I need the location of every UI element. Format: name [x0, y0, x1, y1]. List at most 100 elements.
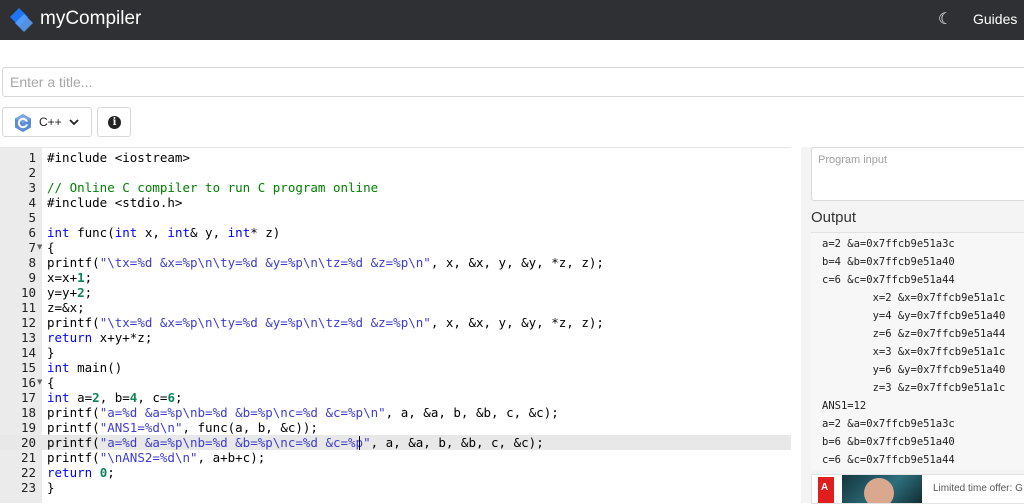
- line-number: 1: [28, 150, 36, 165]
- code-text: }: [47, 345, 55, 360]
- code-line[interactable]: 4 #include <stdio.h>: [0, 195, 791, 210]
- code-text: return x+y+*z;: [47, 330, 153, 345]
- info-icon: i: [108, 116, 121, 129]
- line-number: 11: [20, 300, 36, 315]
- output-line: x=2 &x=0x7ffcb9e51a1c: [822, 292, 1006, 304]
- line-number: 2: [28, 165, 36, 180]
- line-number: 23: [20, 480, 36, 495]
- advertisement-banner[interactable]: A Limited time offer: G: [811, 474, 1024, 504]
- code-line[interactable]: 6 int func(int x, int& y, int* z): [0, 225, 791, 240]
- code-line[interactable]: 18 printf("a=%d &a=%p\nb=%d &b=%p\nc=%d &…: [0, 405, 791, 420]
- code-line[interactable]: 1 #include <iostream>: [0, 150, 791, 165]
- ad-text: Limited time offer: G: [933, 483, 1023, 494]
- code-line[interactable]: 8 printf("\tx=%d &x=%p\n\ty=%d &y=%p\n\tz…: [0, 255, 791, 270]
- output-line: a=2 &a=0x7ffcb9e51a3c: [822, 418, 955, 430]
- code-text: int a=2, b=4, c=6;: [47, 390, 183, 405]
- code-text: #include <iostream>: [47, 150, 190, 165]
- fold-arrow-icon[interactable]: ▼: [37, 375, 42, 390]
- code-text: printf("ANS1=%d\n", func(a, b, &c));: [47, 420, 318, 435]
- dark-mode-moon-icon[interactable]: ☾: [938, 9, 952, 28]
- output-line: c=6 &c=0x7ffcb9e51a44: [822, 274, 955, 286]
- text-cursor: [359, 436, 360, 450]
- code-line[interactable]: 7 ▼ {: [0, 240, 791, 255]
- top-navbar: myCompiler ☾ Guides: [0, 0, 1024, 40]
- line-number: 10: [20, 285, 36, 300]
- code-line[interactable]: 15 int main(): [0, 360, 791, 375]
- info-button[interactable]: i: [97, 107, 131, 137]
- code-line[interactable]: 13 return x+y+*z;: [0, 330, 791, 345]
- code-text: printf("\nANS2=%d\n", a+b+c);: [47, 450, 266, 465]
- line-number: 21: [20, 450, 36, 465]
- code-line[interactable]: 9 x=x+1;: [0, 270, 791, 285]
- cpp-icon: [15, 114, 31, 132]
- adobe-logo: A: [818, 477, 834, 503]
- ad-image: [842, 475, 922, 503]
- line-number: 19: [20, 420, 36, 435]
- code-editor[interactable]: 1 #include <iostream> 2 3 // Online C compil…: [0, 147, 791, 503]
- output-line: z=6 &z=0x7ffcb9e51a44: [822, 328, 1006, 340]
- code-text: // Online C compiler to run C program on…: [47, 180, 379, 195]
- line-number: 4: [28, 195, 36, 210]
- code-line[interactable]: 19 printf("ANS1=%d\n", func(a, b, &c));: [0, 420, 791, 435]
- code-text: }: [47, 480, 55, 495]
- output-line: ANS1=12: [822, 400, 867, 412]
- code-line[interactable]: 12 printf("\tx=%d &x=%p\n\ty=%d &y=%p\n\t…: [0, 315, 791, 330]
- program-input[interactable]: [811, 147, 1024, 201]
- title-input[interactable]: [2, 67, 1024, 97]
- line-number: 12: [20, 315, 36, 330]
- output-line: z=3 &z=0x7ffcb9e51a1c: [822, 382, 1006, 394]
- fold-arrow-icon[interactable]: ▼: [37, 240, 42, 255]
- code-text: printf("\tx=%d &x=%p\n\ty=%d &y=%p\n\tz=…: [47, 315, 604, 330]
- output-line: y=6 &y=0x7ffcb9e51a40: [822, 364, 1006, 376]
- code-text: x=x+1;: [47, 270, 93, 285]
- output-line: b=6 &b=0x7ffcb9e51a40: [822, 436, 955, 448]
- line-number: 13: [20, 330, 36, 345]
- line-number: 20: [20, 435, 36, 450]
- code-line[interactable]: 22 return 0;: [0, 465, 791, 480]
- line-number: 16: [20, 375, 36, 390]
- code-line[interactable]: 3 // Online C compiler to run C program o…: [0, 180, 791, 195]
- code-line[interactable]: 21 printf("\nANS2=%d\n", a+b+c);: [0, 450, 791, 465]
- language-select-button[interactable]: C++: [2, 107, 92, 137]
- chevron-down-icon: [69, 119, 79, 126]
- line-number: 22: [20, 465, 36, 480]
- line-number: 6: [28, 225, 36, 240]
- code-line[interactable]: 11 z=&x;: [0, 300, 791, 315]
- mycompiler-logo-icon[interactable]: [8, 7, 34, 33]
- line-number: 17: [20, 390, 36, 405]
- code-text: int func(int x, int& y, int* z): [47, 225, 281, 240]
- code-text: printf("\tx=%d &x=%p\n\ty=%d &y=%p\n\tz=…: [47, 255, 604, 270]
- code-text: {: [47, 240, 55, 255]
- output-heading: Output: [811, 209, 857, 226]
- code-line[interactable]: 2: [0, 165, 791, 180]
- code-text: y=y+2;: [47, 285, 93, 300]
- code-text: int main(): [47, 360, 123, 375]
- code-line[interactable]: 14}: [0, 345, 791, 360]
- line-number: 14: [20, 345, 36, 360]
- code-line[interactable]: 10 y=y+2;: [0, 285, 791, 300]
- brand-name[interactable]: myCompiler: [40, 8, 141, 30]
- io-panel: Output a=2 &a=0x7ffcb9e51a3c b=4 &b=0x7ff…: [801, 147, 1024, 504]
- code-line[interactable]: 16 ▼ {: [0, 375, 791, 390]
- code-text: return 0;: [47, 465, 115, 480]
- line-number: 18: [20, 405, 36, 420]
- code-text: printf("a=%d &a=%p\nb=%d &b=%p\nc=%d &c=…: [47, 435, 544, 450]
- code-line[interactable]: 23}: [0, 480, 791, 495]
- output-console: a=2 &a=0x7ffcb9e51a3c b=4 &b=0x7ffcb9e51a…: [811, 232, 1024, 470]
- code-line[interactable]: 17 int a=2, b=4, c=6;: [0, 390, 791, 405]
- output-line: c=6 &c=0x7ffcb9e51a44: [822, 454, 955, 466]
- output-line: y=4 &y=0x7ffcb9e51a40: [822, 310, 1006, 322]
- line-number: 3: [28, 180, 36, 195]
- line-number: 7: [28, 240, 36, 255]
- code-text: z=&x;: [47, 300, 85, 315]
- line-number: 15: [20, 360, 36, 375]
- line-number: 9: [28, 270, 36, 285]
- code-text: printf("a=%d &a=%p\nb=%d &b=%p\nc=%d &c=…: [47, 405, 559, 420]
- line-number: 8: [28, 255, 36, 270]
- code-line[interactable]: 5: [0, 210, 791, 225]
- output-line: a=2 &a=0x7ffcb9e51a3c: [822, 238, 955, 250]
- code-line[interactable]: 20 printf("a=%d &a=%p\nb=%d &b=%p\nc=%d &…: [0, 435, 791, 450]
- code-text: {: [47, 375, 55, 390]
- guides-link[interactable]: Guides: [973, 11, 1017, 27]
- language-label: C++: [39, 115, 62, 129]
